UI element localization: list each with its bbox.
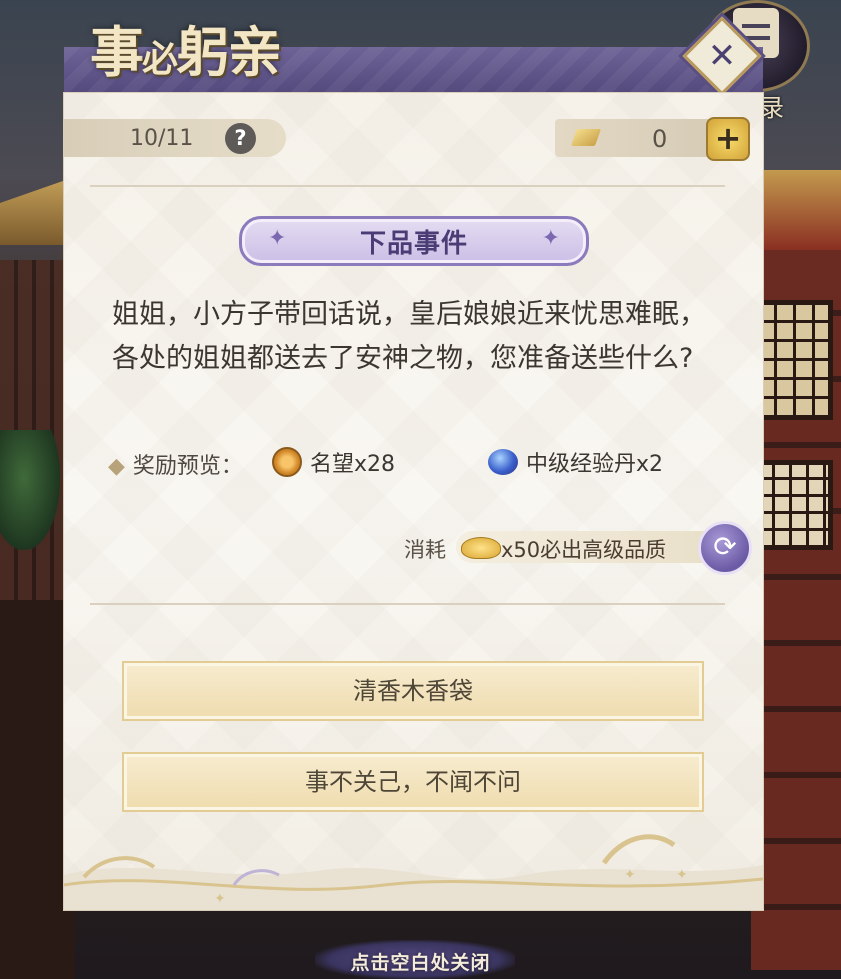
choice-button-2[interactable]: 事不关己，不闻不问	[122, 752, 704, 812]
title-char-rest: 躬亲	[176, 20, 282, 84]
coin-icon	[272, 447, 302, 477]
add-token-button[interactable]: +	[706, 117, 750, 161]
svg-text:✦: ✦	[214, 891, 226, 907]
sparkle-icon: ✦	[541, 226, 560, 251]
rewards-label-text: 奖励预览：	[132, 454, 243, 479]
choice-button-1[interactable]: 清香木香袋	[122, 661, 704, 721]
token-count: 0	[652, 125, 668, 153]
roof-right	[751, 170, 841, 250]
reward-name: 中级经验丹x2	[526, 452, 664, 477]
bullet-icon: ◆	[108, 454, 125, 479]
divider-top	[90, 185, 725, 187]
rewards-label: ◆ 奖励预览：	[108, 448, 243, 480]
lattice-window-lower	[753, 460, 833, 550]
event-panel: 10/11 ? 0 + ✦ 下品事件 ✦ 姐姐，小方子带回话说，皇后娘娘近来忧思…	[64, 93, 763, 910]
plant-decoration	[0, 430, 60, 550]
title-char-main: 事	[90, 20, 144, 84]
event-grade-banner: ✦ 下品事件 ✦	[239, 216, 589, 266]
cost-label: 消耗	[404, 538, 446, 562]
page-title: 事必躬亲	[90, 8, 282, 87]
progress-counter: 10/11	[130, 126, 194, 151]
cost-text: x50必出高级品质	[501, 538, 667, 562]
refresh-button[interactable]: ⟳	[698, 521, 752, 575]
lattice-window	[753, 300, 833, 420]
record-label: 录	[760, 94, 784, 122]
event-grade: 下品事件	[359, 229, 468, 259]
help-button[interactable]: ?	[225, 123, 256, 154]
orb-icon	[488, 449, 518, 475]
reward-item: 名望x28	[272, 446, 395, 478]
divider-bottom	[90, 603, 725, 605]
close-hint: 点击空白处关闭	[350, 952, 491, 974]
cloud-decoration: ✦ ✦ ✦	[64, 834, 763, 910]
reward-name: 名望x28	[310, 452, 396, 477]
reward-item: 中级经验丹x2	[488, 446, 663, 478]
gold-ingot-icon	[461, 537, 501, 559]
svg-text:✦: ✦	[676, 867, 688, 883]
title-char-small: 必	[142, 38, 178, 80]
svg-text:✦: ✦	[624, 867, 636, 883]
event-story: 姐姐，小方子带回话说，皇后娘娘近来忧思难眠，各处的姐姐都送去了安神之物，您准备送…	[112, 299, 706, 374]
